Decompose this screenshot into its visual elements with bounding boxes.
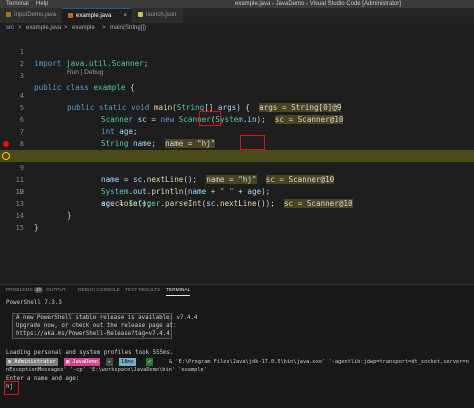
tab-example[interactable]: example.java × <box>62 8 132 23</box>
code-line: 9 name = sc.nextLine(); name = "hj" sc =… <box>0 138 474 184</box>
terminal-loading-line: Loading personal and system profiles too… <box>6 350 174 356</box>
bottom-panel: PROBLEMS 20 OUTPUT DEBUG CONSOLE TEST RE… <box>0 284 474 408</box>
code-line: 5 Scanner sc = new Scanner(System.in); s… <box>0 90 474 124</box>
tab-label: example.java <box>76 13 112 19</box>
code-line: 1 import java.util.Scanner; <box>0 34 474 68</box>
notice-line-3: https://aka.ms/PowerShell-Release?tag=v7… <box>16 331 170 337</box>
tab-output[interactable]: OUTPUT <box>46 285 66 296</box>
prompt-dir-segment: ▣ JavaDemo <box>64 358 100 366</box>
prompt-user-segment: ⊞ Administrator <box>6 358 58 366</box>
tab-test-results[interactable]: TEST RESULTS <box>125 285 160 296</box>
problems-count-badge: 20 <box>34 287 44 293</box>
prompt-status-segment: ✓ <box>146 358 154 366</box>
tab-label: PROBLEMS <box>6 288 33 293</box>
current-line-highlight <box>0 150 474 162</box>
code-line: 4 public static void main(String[] args)… <box>0 78 474 112</box>
tab-inputdemo[interactable]: InputDemo.java <box>0 8 62 23</box>
code-line: 13 } <box>0 186 474 220</box>
breadcrumb-file[interactable]: example.java <box>26 23 61 34</box>
json-file-icon <box>138 11 143 17</box>
breadcrumb-sep: > <box>64 25 68 31</box>
code-line: 7 String name; name = "hj" <box>0 114 474 148</box>
panel-tabs: PROBLEMS 20 OUTPUT DEBUG CONSOLE TEST RE… <box>0 285 474 296</box>
close-icon[interactable]: × <box>123 9 127 24</box>
java-file-icon <box>68 12 73 18</box>
code-line: 14 } <box>0 198 474 232</box>
prompt-git-segment: ▸ <box>106 358 114 366</box>
breadcrumb-sep: > <box>18 25 22 31</box>
code-line: 2 <box>0 46 474 68</box>
breadcrumb-method[interactable]: main(String[]) <box>110 23 146 34</box>
breakpoint-current-icon[interactable] <box>2 152 10 160</box>
tab-debug-console[interactable]: DEBUG CONSOLE <box>78 285 120 296</box>
notice-line-2: Upgrade now, or check out the release pa… <box>16 323 177 329</box>
breadcrumb-src[interactable]: src <box>6 23 14 34</box>
editor-tab-bar: InputDemo.java example.java × launch.jso… <box>0 8 474 23</box>
notice-line-1: A new PowerShell stable release is avail… <box>16 315 198 321</box>
java-file-icon <box>6 11 11 17</box>
terminal-command-cont: nExceptionMessages' '-cp' 'E:\workspace\… <box>6 367 207 373</box>
highlight-box <box>4 381 19 395</box>
code-line: 12 sc.close(); <box>0 174 474 208</box>
terminal-prompt: ⊞ Administrator ▣ JavaDemo ▸ 18ms ✓ & 'E… <box>6 358 474 366</box>
prompt-time-segment: 18ms <box>119 358 136 366</box>
code-line: 11 System.out.println(name + " " + age); <box>0 162 474 196</box>
prompt-dir: JavaDemo <box>72 359 98 365</box>
code-line: 8 System.out.println("Enter a name and a… <box>0 126 474 160</box>
highlight-box <box>199 111 221 126</box>
breakpoint-icon[interactable] <box>3 141 9 147</box>
menu-help[interactable]: Help <box>36 0 48 8</box>
prompt-user: Administrator <box>14 359 56 365</box>
prompt-time: 18ms <box>121 359 134 365</box>
highlight-box <box>240 135 265 150</box>
line-number: 15 <box>15 224 24 232</box>
tab-problems[interactable]: PROBLEMS 20 <box>6 285 44 296</box>
tab-label: launch.json <box>146 12 177 18</box>
window-title: example.java - JavaDemo - Visual Studio … <box>235 1 401 7</box>
tab-terminal[interactable]: TERMINAL <box>166 285 191 296</box>
current-execution-line: 10 age = Integer.parseInt(sc.nextLine())… <box>0 150 474 208</box>
code-line: 15 <box>0 210 474 232</box>
menu-terminal[interactable]: Terminal <box>6 0 29 8</box>
breadcrumb-class[interactable]: example <box>72 23 95 34</box>
code-line: 6 int age; <box>0 102 474 136</box>
breadcrumb-sep: > <box>102 25 106 31</box>
code-editor[interactable]: 1 import java.util.Scanner; 2 3 public c… <box>0 34 474 284</box>
breadcrumb: src > example.java > example > main(Stri… <box>0 23 474 34</box>
tab-launch-json[interactable]: launch.json <box>132 8 184 23</box>
title-bar: Terminal Help example.java - JavaDemo - … <box>0 0 474 8</box>
terminal-command: & 'E:\Program Files\Java\jdk-17.0.5\bin\… <box>169 359 469 365</box>
tab-label: InputDemo.java <box>14 12 57 18</box>
terminal-ps-version: PowerShell 7.3.3 <box>6 300 62 306</box>
code-lens-run-debug[interactable]: Run | Debug <box>67 69 103 76</box>
code-text: } <box>34 223 39 232</box>
